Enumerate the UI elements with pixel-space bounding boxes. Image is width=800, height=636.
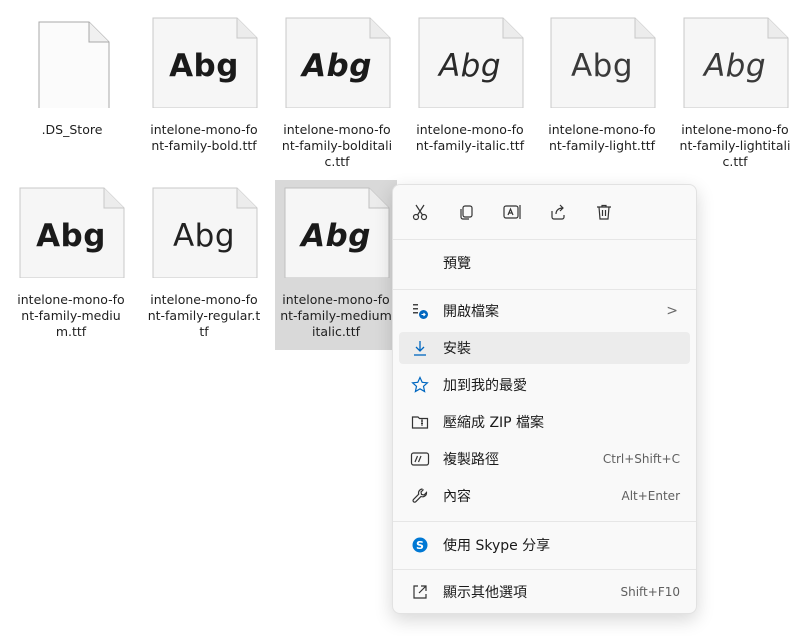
quick-actions-bar <box>393 185 696 239</box>
file-name: intelone-mono-font-family-bold.ttf <box>150 122 258 153</box>
menu-item-label: 使用 Skype 分享 <box>443 538 551 554</box>
file-ds-store[interactable]: .DS_Store <box>11 10 133 180</box>
context-menu: 預覽 開啟檔案 > 安裝 加到我的最愛 壓縮成 ZIP 檔案 複製路徑 Ctrl… <box>392 184 697 614</box>
menu-item-shortcut: Alt+Enter <box>621 489 680 503</box>
zip-folder-icon <box>409 411 431 433</box>
menu-item-label: 開啟檔案 <box>443 304 499 320</box>
menu-item-add-favorites[interactable]: 加到我的最愛 <box>399 369 690 401</box>
font-preview: Abg <box>36 218 106 254</box>
menu-item-shortcut: Ctrl+Shift+C <box>602 452 680 466</box>
file-bolditalic[interactable]: Abg intelone-mono-font-family-bolditalic… <box>276 10 398 180</box>
menu-item-install[interactable]: 安裝 <box>399 332 690 364</box>
submenu-chevron-icon: > <box>666 303 678 319</box>
font-preview: Abg <box>172 218 236 254</box>
open-with-icon <box>409 300 431 322</box>
file-regular[interactable]: Abg intelone-mono-font-family-regular.tt… <box>143 180 265 350</box>
menu-separator <box>393 239 696 240</box>
font-file-thumbnail: Abg <box>16 186 126 278</box>
wrench-icon <box>409 485 431 507</box>
menu-item-open-with[interactable]: 開啟檔案 > <box>399 295 690 327</box>
file-name: intelone-mono-font-family-light.ttf <box>548 122 656 153</box>
menu-separator <box>393 521 696 522</box>
more-options-icon <box>409 581 431 603</box>
font-preview: Abg <box>169 48 239 84</box>
file-name: intelone-mono-font-family-regular.ttf <box>147 292 261 339</box>
file-medium[interactable]: Abg intelone-mono-font-family-medium.ttf <box>10 180 132 350</box>
menu-separator <box>393 569 696 570</box>
font-preview: Abg <box>570 48 634 84</box>
copy-icon[interactable] <box>453 199 479 225</box>
menu-item-compress-zip[interactable]: 壓縮成 ZIP 檔案 <box>399 406 690 438</box>
menu-item-preview[interactable]: 預覽 <box>399 247 690 279</box>
font-file-thumbnail: Abg <box>547 16 657 108</box>
file-name: intelone-mono-font-family-bolditalic.ttf <box>281 122 393 169</box>
font-preview: Abg <box>438 48 502 84</box>
share-icon[interactable] <box>545 199 571 225</box>
star-icon <box>409 374 431 396</box>
menu-item-properties[interactable]: 內容 Alt+Enter <box>399 480 690 512</box>
file-italic[interactable]: Abg intelone-mono-font-family-italic.ttf <box>409 10 531 180</box>
menu-item-more-options[interactable]: 顯示其他選項 Shift+F10 <box>399 576 690 608</box>
font-file-thumbnail: Abg <box>282 16 392 108</box>
font-preview: Abg <box>703 48 767 84</box>
copy-path-icon <box>409 448 431 470</box>
menu-item-label: 內容 <box>443 489 471 505</box>
font-file-thumbnail: Abg <box>149 16 259 108</box>
menu-item-shortcut: Shift+F10 <box>620 585 680 599</box>
file-light[interactable]: Abg intelone-mono-font-family-light.ttf <box>541 10 663 180</box>
menu-item-label: 預覽 <box>443 256 471 272</box>
menu-item-label: 顯示其他選項 <box>443 585 527 601</box>
delete-icon[interactable] <box>591 199 617 225</box>
file-lightitalic[interactable]: Abg intelone-mono-font-family-lightitali… <box>674 10 796 180</box>
file-mediumitalic[interactable]: Abg intelone-mono-font-family-mediumital… <box>275 180 397 350</box>
file-name: intelone-mono-font-family-mediumitalic.t… <box>280 292 392 339</box>
file-name: intelone-mono-font-family-lightitalic.tt… <box>679 122 791 169</box>
file-name: intelone-mono-font-family-medium.ttf <box>17 292 125 339</box>
download-icon <box>409 337 431 359</box>
menu-item-label: 安裝 <box>443 341 471 357</box>
font-file-thumbnail: Abg <box>149 186 259 278</box>
menu-item-copy-path[interactable]: 複製路徑 Ctrl+Shift+C <box>399 443 690 475</box>
cut-icon[interactable] <box>407 199 433 225</box>
rename-icon[interactable] <box>499 199 525 225</box>
font-file-thumbnail: Abg <box>415 16 525 108</box>
menu-item-label: 加到我的最愛 <box>443 378 527 394</box>
menu-item-label: 複製路徑 <box>443 452 499 468</box>
font-file-thumbnail: Abg <box>281 186 391 278</box>
menu-separator <box>393 289 696 290</box>
skype-icon: S <box>409 534 431 556</box>
font-preview: Abg <box>302 48 372 84</box>
file-name: .DS_Store <box>41 122 103 137</box>
file-bold[interactable]: Abg intelone-mono-font-family-bold.ttf <box>143 10 265 180</box>
svg-text:S: S <box>416 539 424 552</box>
font-file-thumbnail: Abg <box>680 16 790 108</box>
menu-item-label: 壓縮成 ZIP 檔案 <box>443 415 545 431</box>
blank-file-icon <box>17 16 127 108</box>
font-preview: Abg <box>301 218 371 254</box>
menu-item-skype-share[interactable]: S 使用 Skype 分享 <box>399 529 690 561</box>
file-name: intelone-mono-font-family-italic.ttf <box>415 122 525 153</box>
